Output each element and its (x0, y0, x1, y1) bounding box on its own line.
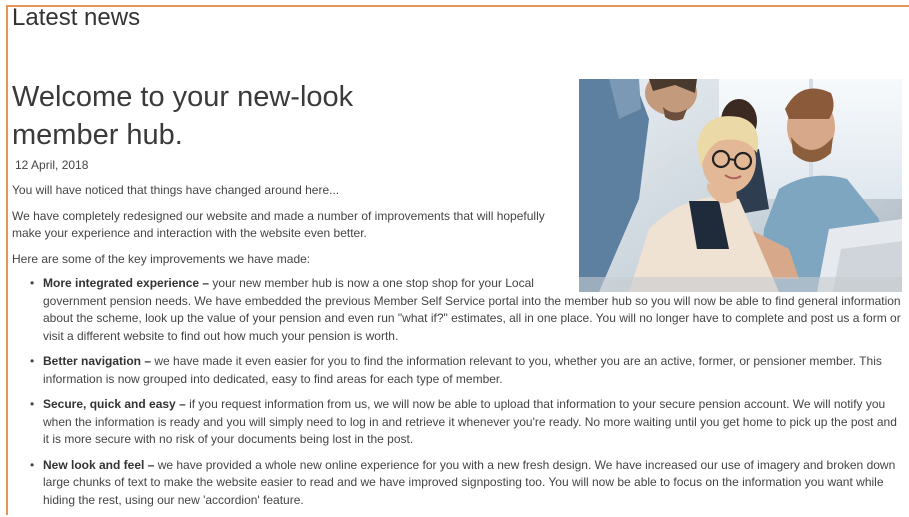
improvement-text: we have made it even easier for you to f… (43, 354, 882, 386)
article-date: 12 April, 2018 (15, 158, 89, 172)
colleagues-photo (579, 79, 902, 292)
improvement-title: Secure, quick and easy (43, 397, 176, 411)
improvements-intro: Here are some of the key improvements we… (12, 252, 311, 266)
list-item: More integrated experience – your new me… (30, 275, 901, 345)
intro-paragraph: You will have noticed that things have c… (12, 183, 340, 197)
improvements-list: More integrated experience – your new me… (30, 275, 902, 517)
separator: – (175, 397, 190, 411)
separator: – (144, 457, 158, 472)
improvement-title: New look and feel (43, 457, 145, 472)
improvement-text-continued: government pension needs. We have embedd… (43, 293, 901, 343)
separator: – (199, 276, 213, 290)
list-item: Secure, quick and easy – if you request … (30, 396, 902, 449)
article-image (579, 79, 902, 292)
list-item: Better navigation – we have made it even… (30, 353, 902, 388)
improvement-title: Better navigation (43, 354, 142, 368)
separator: – (141, 354, 155, 368)
improvement-title: More integrated experience (43, 276, 200, 290)
article-headline: Welcome to your new-look member hub. (12, 81, 354, 151)
improvement-text: we have provided a whole new online expe… (43, 457, 896, 507)
redesign-paragraph: We have completely redesigned our websit… (12, 209, 545, 240)
improvement-text: your new member hub is now a one stop sh… (212, 276, 534, 290)
list-item: New look and feel – we have provided a w… (30, 457, 902, 510)
section-title: Latest news (12, 4, 141, 31)
